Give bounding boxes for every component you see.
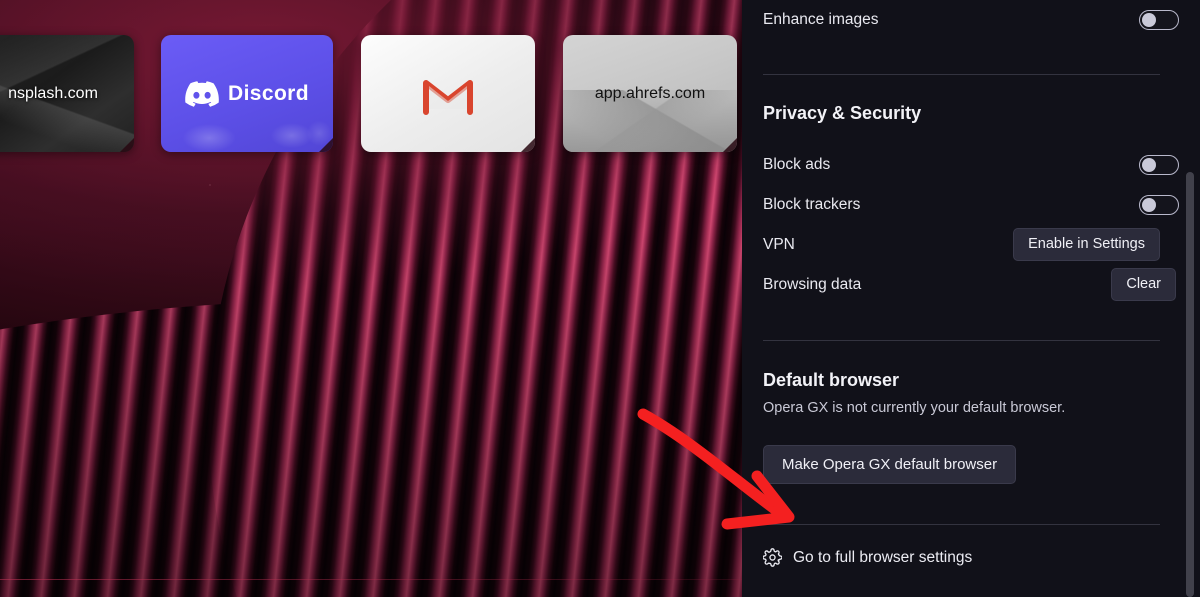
gear-icon (763, 548, 782, 567)
panel-scrollbar[interactable] (1186, 172, 1194, 597)
speed-dial-tile-ahrefs[interactable]: app.ahrefs.com (563, 35, 737, 152)
block-ads-toggle[interactable] (1139, 155, 1179, 175)
section-title-privacy: Privacy & Security (763, 103, 922, 123)
setting-label: Block ads (763, 156, 831, 173)
section-divider-middle (763, 340, 1160, 341)
setting-label: Enhance images (763, 11, 879, 28)
default-browser-description: Opera GX is not currently your default b… (763, 400, 1066, 416)
tile-label: nsplash.com (8, 84, 98, 102)
section-divider-top (763, 74, 1160, 75)
speed-dial-tile-unsplash[interactable]: nsplash.com (0, 35, 134, 152)
tile-label: Discord (228, 81, 309, 105)
setting-row-block-ads[interactable]: Block ads (763, 145, 1179, 185)
section-divider-bottom (763, 524, 1160, 525)
section-title-default-browser: Default browser (763, 370, 900, 390)
toggle-knob (1142, 158, 1156, 172)
enhance-images-toggle[interactable] (1139, 10, 1179, 30)
wallpaper-bottom-accent-line (0, 579, 742, 580)
make-default-browser-button[interactable]: Make Opera GX default browser (763, 445, 1017, 484)
speed-dial-tile-discord[interactable]: Discord (161, 35, 333, 152)
setting-label: VPN (763, 236, 795, 253)
block-trackers-toggle[interactable] (1139, 195, 1179, 215)
tile-label: app.ahrefs.com (594, 84, 706, 102)
setting-row-block-trackers[interactable]: Block trackers (763, 185, 1179, 225)
toggle-knob (1142, 198, 1156, 212)
gmail-logo-icon (423, 79, 473, 115)
setting-label: Block trackers (763, 196, 861, 213)
speed-dial-tile-gmail[interactable] (361, 35, 535, 152)
full-settings-label: Go to full browser settings (793, 548, 973, 566)
setting-label: Browsing data (763, 276, 862, 293)
toggle-knob (1142, 13, 1156, 27)
clear-browsing-data-button[interactable]: Clear (1111, 268, 1176, 301)
enable-vpn-in-settings-button[interactable]: Enable in Settings (1013, 228, 1160, 261)
setting-row-enhance-images[interactable]: Enhance images (763, 0, 1179, 40)
easy-setup-panel: Enhance images Privacy & Security Block … (742, 0, 1200, 597)
speed-dial: nsplash.com Discord app.ahrefs.com (0, 0, 742, 170)
discord-logo-icon (185, 80, 219, 107)
go-to-full-browser-settings-link[interactable]: Go to full browser settings (763, 548, 972, 567)
